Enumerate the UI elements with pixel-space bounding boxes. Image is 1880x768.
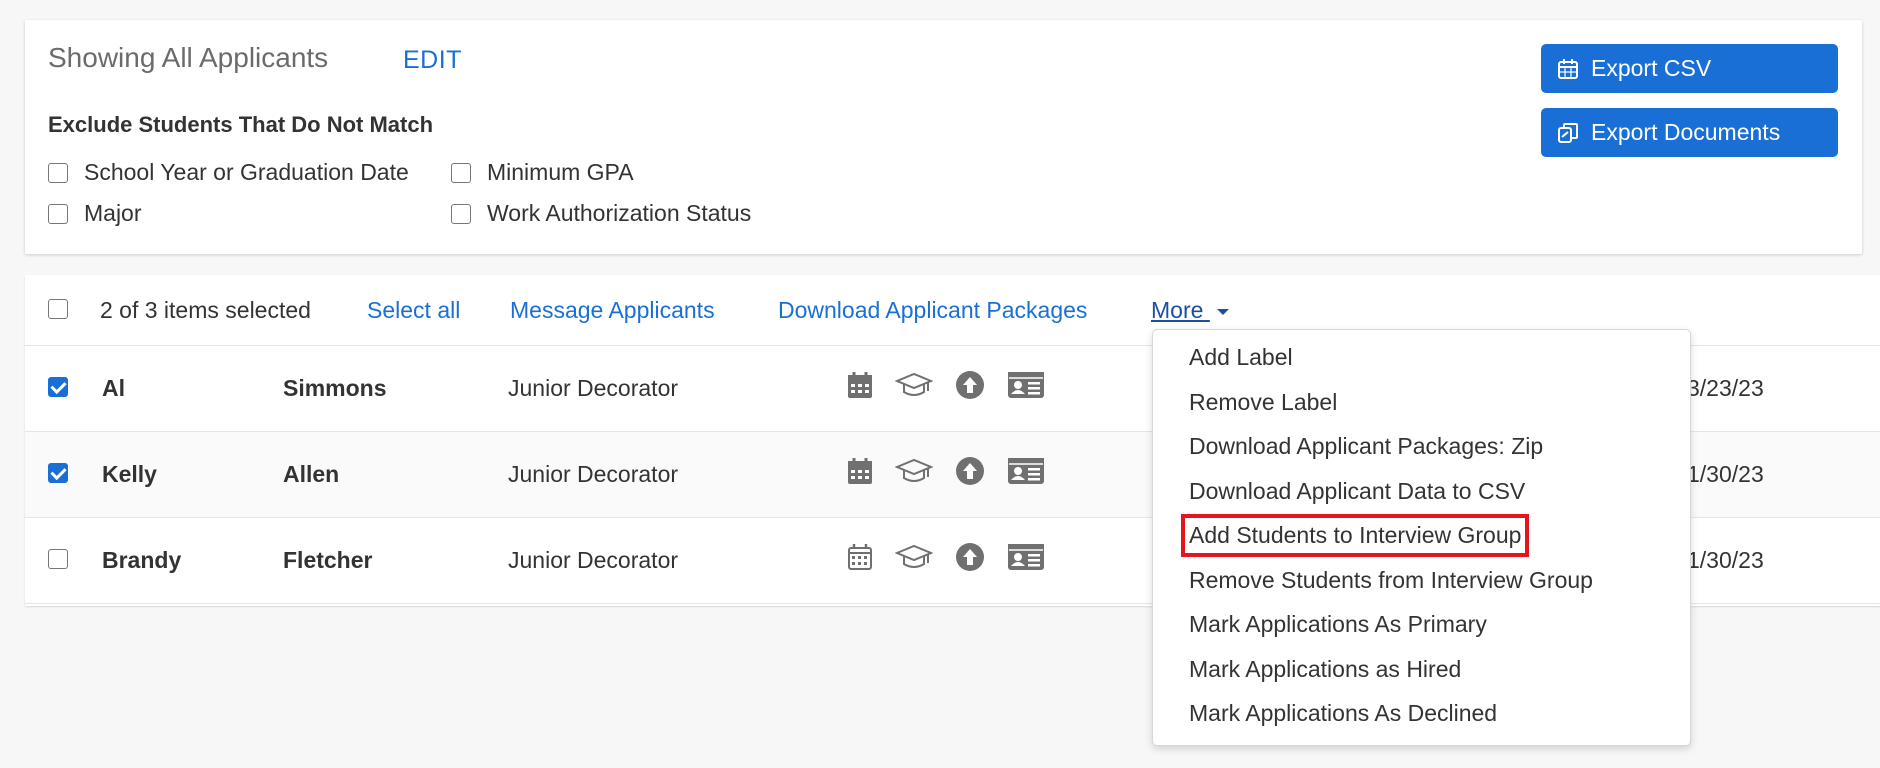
- job-title: Junior Decorator: [508, 461, 679, 487]
- last-name: Fletcher: [283, 547, 373, 573]
- edit-filters-link[interactable]: EDIT: [403, 46, 462, 75]
- filter-checkbox[interactable]: [48, 203, 68, 224]
- filter-option-label: Minimum GPA: [487, 159, 634, 185]
- graduation-cap-icon[interactable]: [895, 543, 933, 571]
- more-label: More: [1151, 297, 1204, 323]
- row-select-checkbox[interactable]: [48, 463, 68, 483]
- calendar-icon[interactable]: [847, 457, 873, 485]
- graduation-cap-icon[interactable]: [895, 457, 933, 485]
- filter-option-major[interactable]: Major: [48, 200, 142, 227]
- row-status-icons: [847, 456, 1067, 486]
- menu-item[interactable]: Mark Applications As Declined: [1189, 700, 1497, 727]
- export-documents-button[interactable]: Export Documents: [1541, 108, 1838, 157]
- export-csv-label: Export CSV: [1591, 55, 1712, 81]
- filter-option-label: Major: [84, 200, 142, 226]
- export-documents-label: Export Documents: [1591, 119, 1781, 145]
- filter-option-work-authorization[interactable]: Work Authorization Status: [451, 200, 751, 227]
- message-applicants-link[interactable]: Message Applicants: [510, 297, 715, 324]
- filter-checkbox[interactable]: [48, 162, 68, 183]
- job-title: Junior Decorator: [508, 375, 679, 401]
- filter-option-minimum-gpa[interactable]: Minimum GPA: [451, 159, 634, 186]
- id-card-icon[interactable]: [1007, 543, 1045, 571]
- row-status-icons: [847, 370, 1067, 400]
- calendar-icon[interactable]: [847, 543, 873, 571]
- exclude-heading: Exclude Students That Do Not Match: [48, 112, 434, 137]
- first-name: Kelly: [102, 461, 157, 487]
- menu-item[interactable]: Add Label: [1189, 344, 1293, 371]
- menu-item[interactable]: Download Applicant Packages: Zip: [1189, 433, 1543, 460]
- menu-item[interactable]: Mark Applications as Hired: [1189, 656, 1461, 683]
- row-select-checkbox[interactable]: [48, 377, 68, 397]
- row-select-checkbox[interactable]: [48, 549, 68, 569]
- filter-title: Showing All Applicants: [48, 42, 329, 73]
- graduation-cap-icon[interactable]: [895, 371, 933, 399]
- menu-item[interactable]: Remove Label: [1189, 389, 1337, 416]
- first-name: Brandy: [102, 547, 182, 573]
- id-card-icon[interactable]: [1007, 457, 1045, 485]
- applied-date: 1/30/23: [1687, 461, 1764, 487]
- first-name: Al: [102, 375, 125, 401]
- selection-count: 2 of 3 items selected: [100, 297, 311, 323]
- row-status-icons: [847, 542, 1067, 572]
- filter-option-label: Work Authorization Status: [487, 200, 752, 226]
- more-dropdown[interactable]: More: [1151, 297, 1230, 324]
- documents-icon: [1558, 122, 1578, 143]
- calendar-icon: [1558, 58, 1578, 79]
- id-card-icon[interactable]: [1007, 371, 1045, 399]
- applied-date: 3/23/23: [1687, 375, 1764, 401]
- menu-item[interactable]: Mark Applications As Primary: [1189, 611, 1487, 638]
- calendar-icon[interactable]: [847, 371, 873, 399]
- last-name: Allen: [283, 461, 340, 487]
- menu-item[interactable]: Remove Students from Interview Group: [1189, 567, 1593, 594]
- caret-down-icon: [1216, 308, 1229, 315]
- menu-item[interactable]: Add Students to Interview Group: [1180, 514, 1530, 557]
- filter-checkbox[interactable]: [451, 162, 471, 183]
- job-title: Junior Decorator: [508, 547, 679, 573]
- upload-circle-icon[interactable]: [955, 370, 985, 400]
- select-all-link[interactable]: Select all: [367, 297, 460, 324]
- upload-circle-icon[interactable]: [955, 456, 985, 486]
- menu-item[interactable]: Download Applicant Data to CSV: [1189, 478, 1525, 505]
- upload-circle-icon[interactable]: [955, 542, 985, 572]
- filter-option-label: School Year or Graduation Date: [84, 159, 409, 185]
- select-all-checkbox[interactable]: [48, 299, 68, 319]
- more-dropdown-menu: Add Label Remove Label Download Applicant …: [1152, 329, 1691, 746]
- export-csv-button[interactable]: Export CSV: [1541, 44, 1838, 93]
- applied-date: 1/30/23: [1687, 547, 1764, 573]
- filter-checkbox[interactable]: [451, 203, 471, 224]
- download-applicant-packages-link[interactable]: Download Applicant Packages: [778, 297, 1087, 324]
- last-name: Simmons: [283, 375, 387, 401]
- filter-option-graduation-date[interactable]: School Year or Graduation Date: [48, 159, 409, 186]
